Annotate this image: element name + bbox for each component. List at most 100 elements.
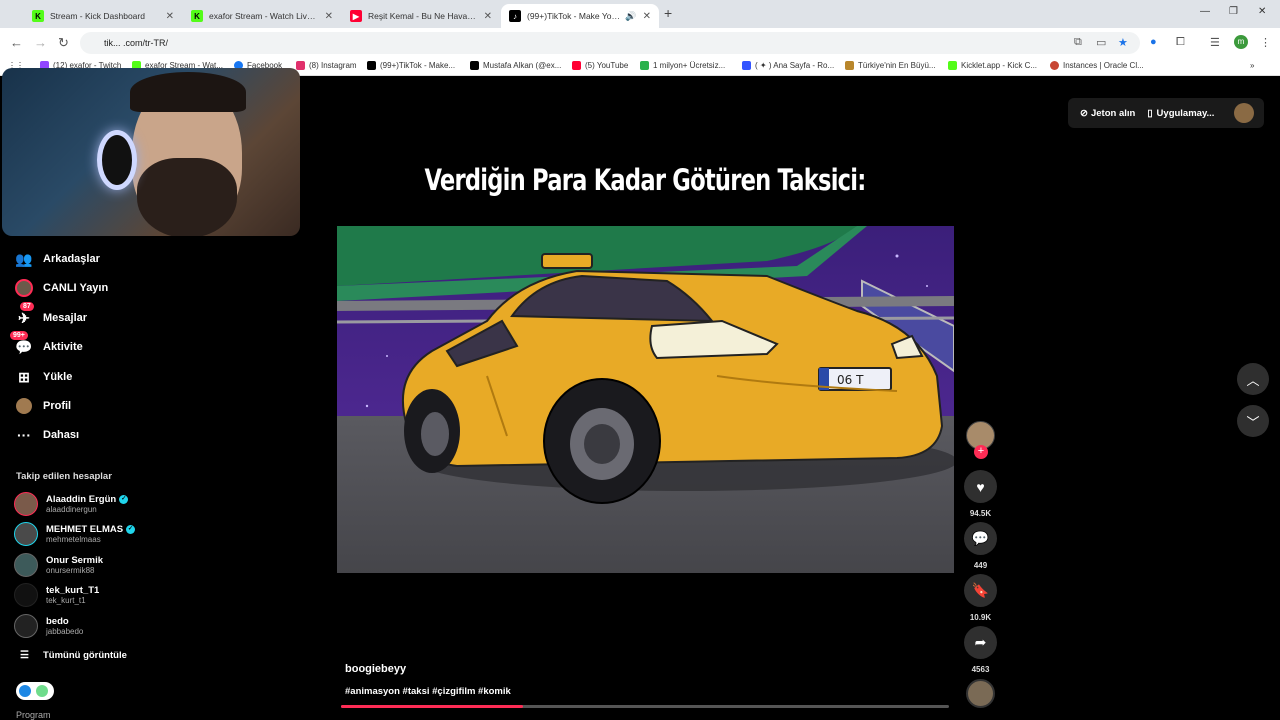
license-plate-text: 06 T bbox=[837, 373, 864, 387]
url-field[interactable]: tik... .com/tr-TR/ bbox=[80, 32, 1140, 54]
account-handle: alaaddinergun bbox=[46, 505, 97, 514]
extension-pill[interactable] bbox=[16, 682, 54, 700]
sidebar-item-label: Profil bbox=[43, 400, 72, 412]
bookmark-item[interactable]: 1 milyon+ Ücretsiz... bbox=[640, 61, 725, 70]
followed-account[interactable]: tek_kurt_T1 tek_kurt_t1 bbox=[14, 583, 99, 607]
back-icon[interactable]: ← bbox=[10, 35, 23, 50]
browser-tab-strip: K Stream - Kick Dashboard ✕ K exafor Str… bbox=[0, 0, 1280, 28]
video-player[interactable]: 06 T bbox=[337, 226, 954, 573]
address-bar-row: ← → ↻ tik... .com/tr-TR/ ⧉ ▭ ★ ● ⧠ ☰ ⋮ bbox=[0, 28, 1280, 58]
account-name: tek_kurt_T1 bbox=[46, 585, 100, 596]
close-tab-icon[interactable]: ✕ bbox=[325, 11, 333, 22]
sidebar-item-label: Mesajlar bbox=[43, 312, 88, 324]
sidebar-item-activity[interactable]: 💬 99+ Aktivite bbox=[10, 331, 164, 359]
verified-icon: ✓ bbox=[119, 494, 129, 504]
account-name: bedo bbox=[46, 616, 69, 627]
avatar bbox=[14, 522, 38, 546]
profile-avatar[interactable]: m bbox=[1234, 35, 1248, 49]
sidebar-item-upload[interactable]: ⊞ Yükle bbox=[14, 365, 164, 389]
more-bookmarks-icon[interactable]: » bbox=[1250, 61, 1254, 70]
speaker-icon[interactable]: 🔊 bbox=[625, 11, 636, 22]
tab-exafor-stream[interactable]: K exafor Stream - Watch Live on ✕ bbox=[183, 4, 341, 28]
share-button[interactable]: ➦ 4563 bbox=[964, 626, 997, 674]
extensions-puzzle-icon[interactable]: ⧠ bbox=[1176, 36, 1185, 49]
streamer-hair bbox=[130, 72, 246, 112]
avatar bbox=[14, 553, 38, 577]
tab-youtube-song[interactable]: ▶ Reşit Kemal - Bu Ne Hava (Offic ✕ bbox=[342, 4, 500, 28]
bookmark-star-icon[interactable]: ★ bbox=[1118, 36, 1128, 49]
sidebar-item-label: Dahası bbox=[43, 429, 80, 441]
bookmark-item[interactable]: Mustafa Alkan (@ex... bbox=[470, 61, 561, 70]
get-coins-label: Jeton alın bbox=[1090, 107, 1136, 119]
see-all-label: Tümünü görüntüle bbox=[42, 650, 127, 661]
avatar bbox=[14, 614, 38, 638]
account-name: Alaaddin Ergün bbox=[46, 494, 117, 505]
followed-account[interactable]: MEHMET ELMAS ✓ mehmetelmaas bbox=[14, 522, 136, 546]
cast-icon[interactable]: ▭ bbox=[1096, 36, 1106, 49]
video-author[interactable]: boogiebeyy bbox=[345, 663, 406, 675]
sidebar-item-profile[interactable]: Profil bbox=[14, 394, 164, 418]
restore-icon[interactable]: ❐ bbox=[1229, 6, 1238, 17]
comment-button[interactable]: 💬 449 bbox=[964, 522, 997, 570]
bookmark-label: Mustafa Alkan (@ex... bbox=[483, 61, 562, 70]
bookmark-item[interactable]: (5) YouTube bbox=[572, 61, 628, 70]
heart-icon: ♥ bbox=[964, 470, 997, 503]
sidebar-item-friends[interactable]: 👥 Arkadaşlar bbox=[14, 247, 164, 271]
close-tab-icon[interactable]: ✕ bbox=[643, 11, 651, 22]
see-all-button[interactable]: ☰ Tümünü görüntüle bbox=[20, 650, 127, 661]
bookmark-label: (99+)TikTok - Make... bbox=[380, 61, 456, 70]
bookmark-item[interactable]: (8) Instagram bbox=[296, 61, 357, 70]
chevron-down-icon: ﹀ bbox=[1246, 414, 1260, 430]
followed-account[interactable]: Onur Sermik onursermik88 bbox=[14, 553, 103, 577]
activity-icon: 💬 99+ bbox=[10, 331, 34, 357]
video-hashtags[interactable]: #animasyon #taksi #çizgifilm #komik bbox=[345, 686, 511, 697]
bookmark-item[interactable]: Kicklet.app - Kick C... bbox=[948, 61, 1037, 70]
sidebar-item-label: CANLI Yayın bbox=[43, 282, 109, 294]
followed-account[interactable]: Alaaddin Ergün ✓ alaaddinergun bbox=[14, 492, 129, 516]
notification-badge: 87 bbox=[20, 302, 34, 311]
x-icon bbox=[470, 61, 479, 70]
more-icon: ··· bbox=[17, 427, 31, 443]
like-button[interactable]: ♥ 94.5K bbox=[964, 470, 997, 518]
media-control-icon[interactable]: ☰ bbox=[1210, 36, 1220, 49]
bookmark-icon: 🔖 bbox=[964, 574, 997, 607]
bookmark-label: ( ✦ ) Ana Sayfa - Ro... bbox=[755, 61, 835, 70]
tab-kick-dashboard[interactable]: K Stream - Kick Dashboard ✕ bbox=[24, 4, 182, 28]
bookmark-item[interactable]: Instances | Oracle Cl... bbox=[1050, 61, 1144, 70]
get-app-button[interactable]: ▯ Uygulamay... bbox=[1147, 108, 1214, 119]
account-handle: onursermik88 bbox=[46, 566, 95, 575]
previous-video-button[interactable]: ︿ bbox=[1237, 363, 1269, 395]
get-coins-button[interactable]: ⊘ Jeton alın bbox=[1080, 108, 1135, 119]
bookmark-item[interactable]: Türkiye'nin En Büyü... bbox=[845, 61, 936, 70]
program-link[interactable]: Program bbox=[16, 710, 51, 720]
sound-avatar[interactable] bbox=[966, 679, 995, 708]
save-button[interactable]: 🔖 10.9K bbox=[964, 574, 997, 622]
reload-icon[interactable]: ↻ bbox=[58, 35, 69, 51]
profile-icon bbox=[14, 396, 34, 416]
new-tab-icon[interactable]: + bbox=[664, 5, 672, 21]
tab-tiktok[interactable]: ♪ (99+)TikTok - Make Your D 🔊 ✕ bbox=[501, 4, 659, 28]
sidebar-item-messages[interactable]: ✈ 87 Mesajlar bbox=[14, 302, 164, 330]
follow-plus-icon[interactable]: + bbox=[974, 445, 988, 459]
translate-icon[interactable]: ⧉ bbox=[1074, 36, 1082, 49]
close-tab-icon[interactable]: ✕ bbox=[166, 11, 174, 22]
bookmark-item[interactable]: (99+)TikTok - Make... bbox=[367, 61, 455, 70]
video-progress-fill bbox=[341, 705, 524, 708]
user-avatar[interactable] bbox=[1234, 103, 1254, 123]
avatar bbox=[14, 492, 38, 516]
menu-kebab-icon[interactable]: ⋮ bbox=[1260, 36, 1271, 49]
streamer-beard bbox=[137, 158, 237, 236]
video-progress-bar[interactable] bbox=[341, 705, 949, 708]
next-video-button[interactable]: ﹀ bbox=[1237, 405, 1269, 437]
sidebar-item-live[interactable]: CANLI Yayın bbox=[14, 276, 164, 300]
close-window-icon[interactable]: ✕ bbox=[1258, 6, 1266, 17]
extension-icon[interactable]: ● bbox=[1150, 36, 1157, 48]
sidebar-item-more[interactable]: ··· Dahası bbox=[14, 423, 164, 447]
friends-icon: 👥 bbox=[15, 250, 33, 267]
bookmark-item[interactable]: ( ✦ ) Ana Sayfa - Ro... bbox=[742, 61, 834, 70]
close-tab-icon[interactable]: ✕ bbox=[484, 11, 492, 22]
followed-account[interactable]: bedo jabbabedo bbox=[14, 614, 83, 638]
taxi-illustration: 06 T bbox=[337, 226, 954, 573]
minimize-icon[interactable]: — bbox=[1200, 6, 1210, 17]
forward-icon[interactable]: → bbox=[34, 35, 47, 50]
